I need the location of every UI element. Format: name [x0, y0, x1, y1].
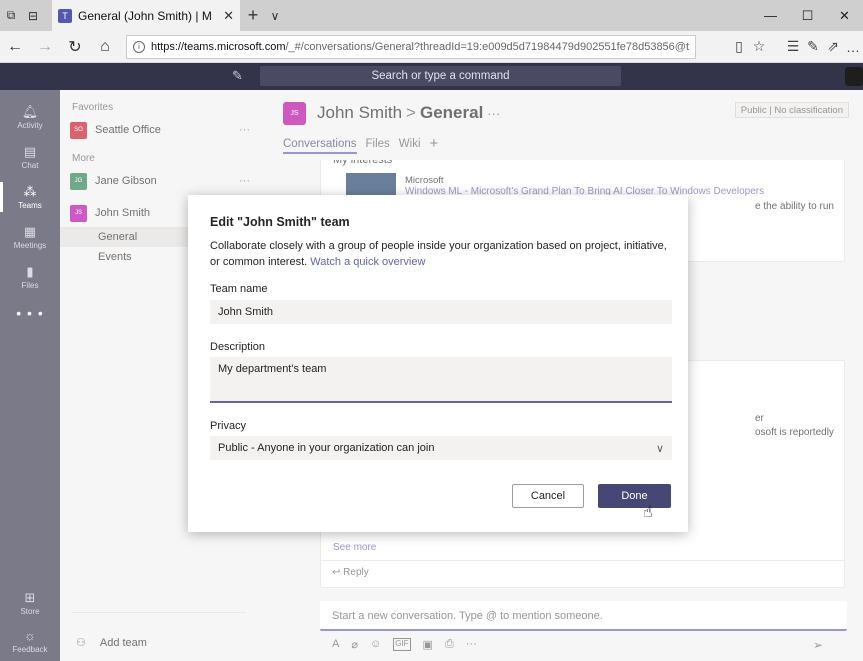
privacy-label: Privacy [210, 420, 247, 432]
cancel-button[interactable]: Cancel [512, 484, 584, 508]
tab-dropdown-icon[interactable]: ∨ [266, 9, 284, 23]
tab-actions-icon[interactable]: ⧉ [0, 5, 22, 27]
refresh-icon[interactable]: ↻ [60, 32, 90, 62]
tab-close-icon[interactable]: ✕ [223, 8, 234, 24]
close-window-button[interactable]: ✕ [826, 0, 863, 31]
description-label: Description [210, 341, 266, 353]
reading-view-icon[interactable]: ▯ [729, 38, 749, 55]
description-field[interactable]: My department's team [210, 357, 672, 403]
dialog-description: Collaborate closely with a group of peop… [210, 240, 667, 268]
teams-favicon-icon: T [58, 8, 72, 23]
hand-cursor-icon: ☝ [643, 504, 653, 521]
browser-tab[interactable]: T General (John Smith) | M ✕ [52, 0, 240, 31]
team-name-field[interactable]: John Smith [210, 300, 672, 324]
favorites-hub-icon[interactable]: ☰ [783, 38, 803, 55]
home-icon[interactable]: ⌂ [90, 32, 120, 62]
forward-icon[interactable]: → [30, 32, 60, 62]
favorite-star-icon[interactable]: ☆ [749, 38, 769, 55]
minimize-button[interactable]: — [752, 0, 789, 31]
url-text: https://teams.microsoft.com/_#/conversat… [151, 40, 689, 53]
teams-header: ✎ Search or type a command [0, 63, 863, 90]
watch-overview-link[interactable]: Watch a quick overview [310, 256, 425, 268]
search-input[interactable]: Search or type a command [260, 66, 621, 86]
team-name-label: Team name [210, 283, 268, 295]
info-icon[interactable]: i [133, 40, 145, 53]
url-field[interactable]: i https://teams.microsoft.com/_#/convers… [126, 34, 696, 59]
chevron-down-icon: ∨ [655, 442, 664, 455]
window-controls: — ☐ ✕ [752, 0, 863, 31]
tab-preview-icon[interactable]: ⊟ [22, 5, 44, 27]
privacy-value: Public - Anyone in your organization can… [218, 442, 435, 454]
edit-team-dialog: Edit "John Smith" team Collaborate close… [188, 195, 688, 532]
maximize-button[interactable]: ☐ [789, 0, 826, 31]
address-bar-actions: ▯ ☆ ☰ ✎ ⇗ … [729, 38, 863, 55]
user-avatar[interactable] [845, 67, 863, 86]
new-tab-button[interactable]: + [240, 5, 266, 26]
pen-icon[interactable]: ✎ [803, 38, 823, 55]
address-bar: ← → ↻ ⌂ i https://teams.microsoft.com/_#… [0, 31, 863, 63]
dialog-title: Edit "John Smith" team [210, 215, 350, 229]
share-icon[interactable]: ⇗ [823, 38, 843, 55]
new-chat-icon[interactable]: ✎ [232, 68, 243, 84]
done-button[interactable]: Done [598, 484, 671, 508]
more-actions-icon[interactable]: … [843, 39, 863, 55]
browser-tab-bar: ⧉ ⊟ T General (John Smith) | M ✕ + ∨ — ☐… [0, 0, 863, 31]
back-icon[interactable]: ← [0, 32, 30, 62]
privacy-select[interactable]: Public - Anyone in your organization can… [210, 436, 672, 460]
tab-title: General (John Smith) | M [78, 8, 212, 23]
